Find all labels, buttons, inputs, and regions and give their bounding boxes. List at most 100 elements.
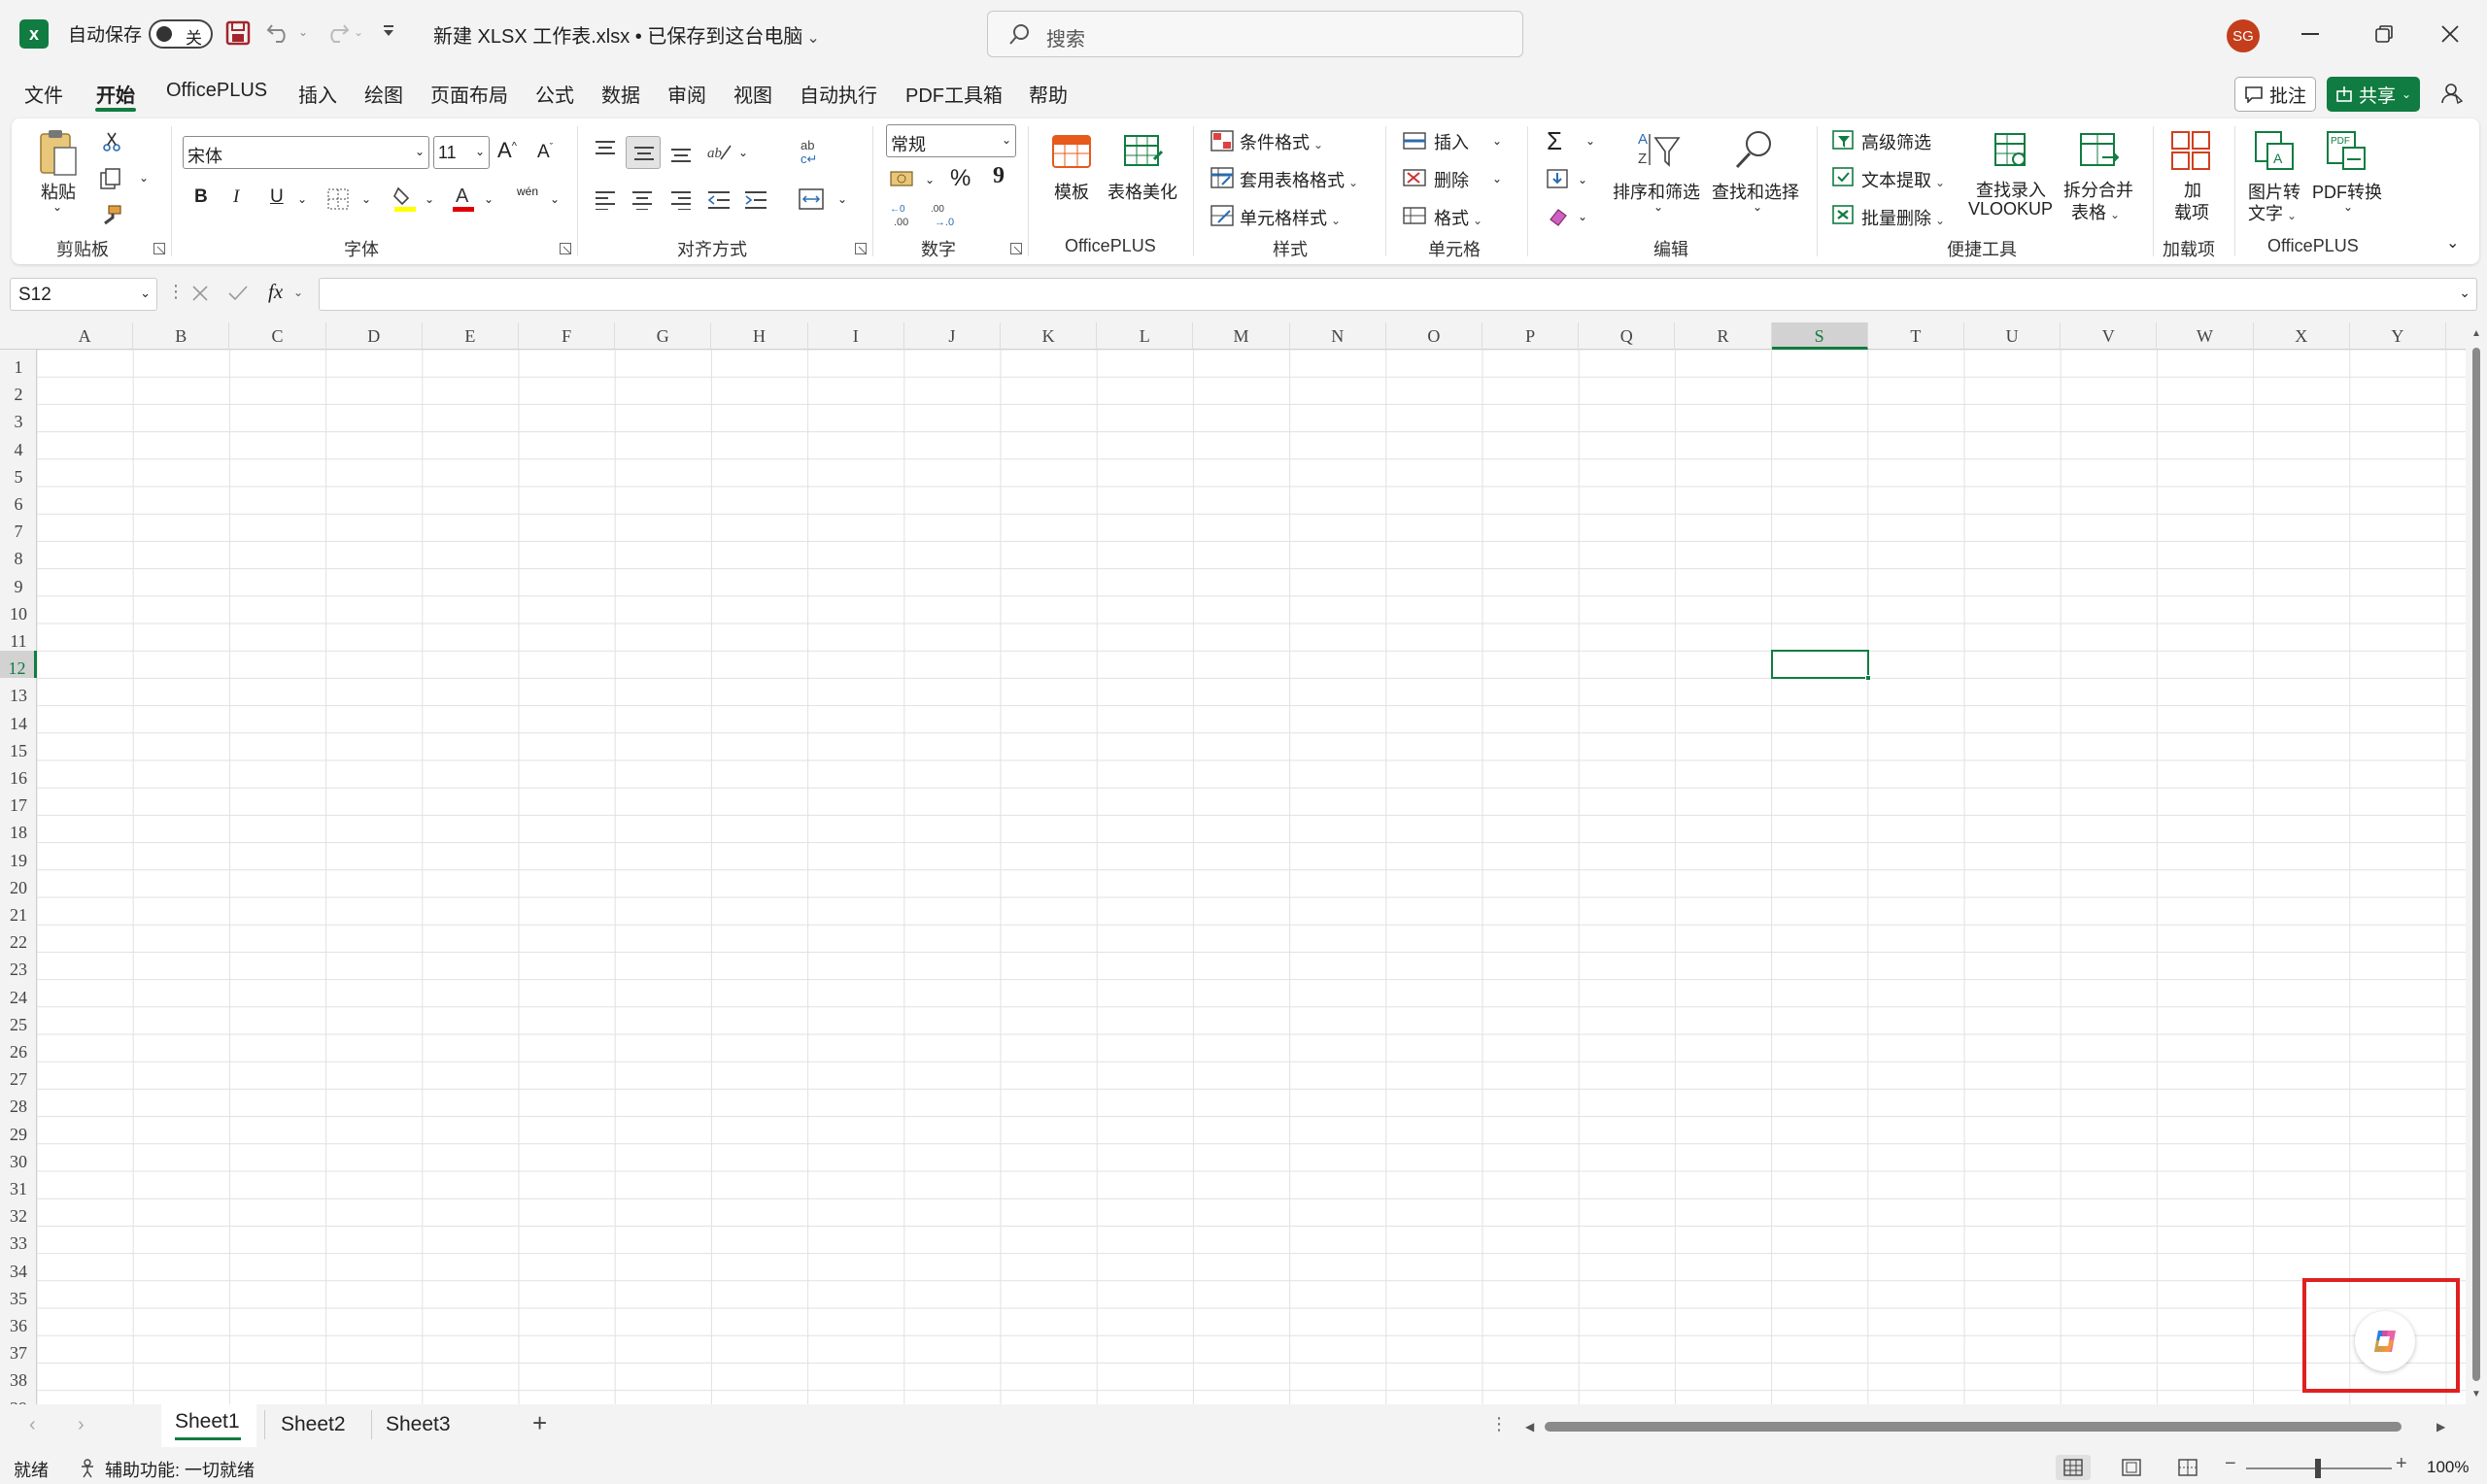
delete-cells-button[interactable]: 删除: [1434, 167, 1469, 192]
merge-center-icon[interactable]: [799, 188, 824, 210]
row-header[interactable]: 35: [0, 1281, 37, 1308]
chevron-down-icon[interactable]: ⌄: [1578, 210, 1587, 223]
chevron-down-icon[interactable]: ⌄: [738, 146, 748, 159]
row-header[interactable]: 28: [0, 1089, 37, 1116]
cancel-entry-icon[interactable]: [190, 284, 210, 303]
align-center-icon[interactable]: [631, 190, 653, 210]
text-extract-button[interactable]: 文本提取 ⌄: [1861, 167, 1945, 192]
cell-styles-button[interactable]: 单元格样式 ⌄: [1240, 205, 1341, 230]
row-header[interactable]: 1: [0, 350, 37, 377]
person-icon[interactable]: [2440, 82, 2466, 107]
chevron-down-icon[interactable]: ⌄: [425, 192, 434, 206]
accessibility-status[interactable]: 辅助功能: 一切就绪: [105, 1457, 255, 1482]
horizontal-scroll-thumb[interactable]: [1545, 1422, 2402, 1432]
increase-decimal-icon[interactable]: ←0.00: [890, 202, 917, 227]
percent-button[interactable]: %: [950, 165, 971, 192]
underline-button[interactable]: U: [270, 186, 284, 208]
tab-view[interactable]: 视图: [733, 80, 772, 108]
redo-dropdown-icon[interactable]: ⌄: [354, 25, 363, 39]
format-painter-icon[interactable]: [99, 204, 122, 227]
scroll-left-icon[interactable]: ◀: [1525, 1420, 1534, 1433]
chevron-down-icon[interactable]: ⌄: [837, 192, 847, 206]
bold-button[interactable]: B: [194, 186, 208, 208]
zoom-level[interactable]: 100%: [2427, 1458, 2469, 1477]
row-header[interactable]: 22: [0, 925, 37, 952]
tab-automate[interactable]: 自动执行: [800, 80, 877, 108]
undo-dropdown-icon[interactable]: ⌄: [298, 25, 308, 39]
addins-icon[interactable]: [2170, 130, 2211, 171]
align-middle-button[interactable]: [626, 136, 661, 169]
decrease-font-size-button[interactable]: Aˇ: [537, 142, 553, 163]
row-header[interactable]: 5: [0, 459, 37, 487]
row-header[interactable]: 10: [0, 596, 37, 624]
column-header[interactable]: M: [1193, 322, 1290, 350]
row-header[interactable]: 7: [0, 514, 37, 541]
column-header[interactable]: E: [423, 322, 519, 350]
tab-file[interactable]: 文件: [24, 80, 63, 108]
borders-icon[interactable]: [326, 187, 350, 211]
number-format-select[interactable]: 常规 ⌄: [886, 124, 1016, 157]
column-header[interactable]: F: [519, 322, 616, 350]
copy-icon[interactable]: [99, 167, 122, 190]
conditional-format-button[interactable]: 条件格式 ⌄: [1240, 129, 1323, 154]
tab-data[interactable]: 数据: [601, 80, 640, 108]
close-button[interactable]: [2421, 14, 2479, 54]
vertical-scrollbar[interactable]: ▲ ▼: [2466, 322, 2487, 1404]
decrease-indent-icon[interactable]: [707, 190, 731, 210]
tab-formulas[interactable]: 公式: [535, 80, 574, 108]
row-header[interactable]: 39: [0, 1391, 37, 1404]
cut-icon[interactable]: [101, 131, 122, 152]
chevron-down-icon[interactable]: ⌄: [2343, 200, 2353, 214]
zoom-in-button[interactable]: +: [2396, 1453, 2407, 1475]
copilot-button[interactable]: [2355, 1311, 2415, 1371]
comments-button[interactable]: 批注: [2234, 77, 2316, 112]
templates-button[interactable]: 模板: [1054, 179, 1089, 204]
confirm-entry-icon[interactable]: [227, 284, 249, 303]
align-bottom-icon[interactable]: [670, 144, 692, 163]
chevron-down-icon[interactable]: ⌄: [1492, 134, 1502, 148]
tab-review[interactable]: 审阅: [667, 80, 706, 108]
scroll-up-icon[interactable]: ▲: [2471, 328, 2481, 339]
column-header[interactable]: B: [133, 322, 230, 350]
row-header[interactable]: 29: [0, 1117, 37, 1144]
column-header[interactable]: R: [1675, 322, 1772, 350]
column-header[interactable]: V: [2061, 322, 2158, 350]
column-header[interactable]: N: [1290, 322, 1386, 350]
row-header[interactable]: 25: [0, 1007, 37, 1034]
collapse-ribbon-icon[interactable]: ⌄: [2446, 233, 2459, 253]
row-header[interactable]: 27: [0, 1062, 37, 1089]
row-header[interactable]: 3: [0, 404, 37, 431]
dialog-launcher-icon[interactable]: [153, 243, 165, 254]
row-header[interactable]: 38: [0, 1363, 37, 1390]
fill-color-icon[interactable]: [392, 185, 418, 212]
scroll-down-icon[interactable]: ▼: [2471, 1389, 2481, 1400]
split-merge-icon[interactable]: [2079, 130, 2120, 171]
redo-icon[interactable]: [321, 21, 350, 43]
advanced-filter-button[interactable]: 高级筛选: [1861, 129, 1931, 154]
row-header[interactable]: 14: [0, 706, 37, 733]
orientation-icon[interactable]: ab: [707, 140, 732, 161]
phonetic-guide-button[interactable]: wén: [517, 185, 538, 198]
comma-style-button[interactable]: 9: [993, 163, 1005, 189]
increase-indent-icon[interactable]: [744, 190, 767, 210]
chevron-down-icon[interactable]: ⌄: [925, 173, 935, 186]
align-right-icon[interactable]: [670, 190, 692, 210]
align-top-icon[interactable]: [595, 140, 616, 159]
chevron-down-icon[interactable]: ⌄: [1578, 173, 1587, 186]
cell-styles-icon[interactable]: [1210, 205, 1234, 226]
row-header[interactable]: 9: [0, 569, 37, 596]
chevron-down-icon[interactable]: ⌄: [1492, 172, 1502, 186]
undo-icon[interactable]: [266, 21, 295, 43]
column-header[interactable]: O: [1386, 322, 1482, 350]
dialog-launcher-icon[interactable]: [560, 243, 571, 254]
column-header[interactable]: W: [2157, 322, 2254, 350]
row-header[interactable]: 36: [0, 1308, 37, 1335]
row-header[interactable]: 34: [0, 1254, 37, 1281]
italic-button[interactable]: I: [233, 186, 239, 208]
tab-page-layout[interactable]: 页面布局: [430, 80, 508, 108]
text-extract-icon[interactable]: [1832, 167, 1856, 188]
column-header[interactable]: G: [615, 322, 712, 350]
chevron-down-icon[interactable]: ⌄: [550, 192, 560, 206]
row-header[interactable]: 16: [0, 760, 37, 788]
tab-help[interactable]: 帮助: [1029, 80, 1068, 108]
